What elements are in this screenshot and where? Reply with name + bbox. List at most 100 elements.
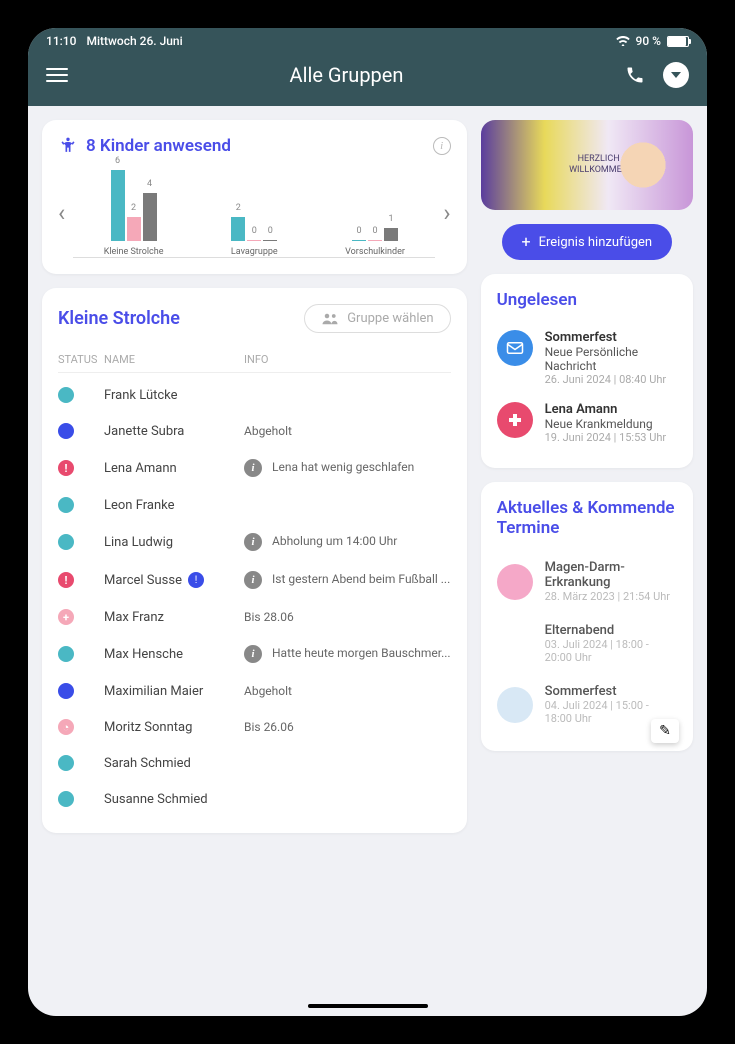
status-date: Mittwoch 26. Juni xyxy=(86,34,182,48)
chart-bar: 0 xyxy=(368,240,382,241)
profile-dropdown[interactable] xyxy=(663,62,689,88)
chart-bar: 0 xyxy=(247,240,261,241)
phone-icon[interactable] xyxy=(625,65,645,85)
table-row[interactable]: + Max FranzBis 28.06 xyxy=(58,599,451,635)
chart-bar: 6 xyxy=(111,170,125,241)
notification-item[interactable]: Lena AmannNeue Krankmeldung19. Juni 2024… xyxy=(497,394,677,452)
status-dot: ! xyxy=(58,572,74,588)
status-dot: ◔ xyxy=(58,719,74,735)
status-dot xyxy=(58,497,74,513)
status-time: 11:10 xyxy=(46,34,76,48)
chart-bar: 4 xyxy=(143,193,157,241)
page-title: Alle Gruppen xyxy=(290,63,404,87)
info-badge-icon: i xyxy=(244,459,262,477)
event-item[interactable]: Elternabend03. Juli 2024 | 18:00 - 20:00… xyxy=(497,613,677,674)
unread-card: Ungelesen SommerfestNeue Persönliche Nac… xyxy=(481,274,693,468)
child-name: Marcel Susse! xyxy=(104,572,244,588)
table-row[interactable]: Maximilian MaierAbgeholt xyxy=(58,673,451,709)
status-dot xyxy=(58,423,74,439)
alert-badge-icon: ! xyxy=(188,572,204,588)
group-title: Kleine Strolche xyxy=(58,308,180,329)
child-info: Bis 28.06 xyxy=(244,610,451,624)
app-header: Alle Gruppen xyxy=(28,48,707,106)
select-group-button[interactable]: Gruppe wählen xyxy=(304,304,450,333)
chart-bar: 2 xyxy=(127,217,141,241)
status-dot xyxy=(58,534,74,550)
table-row[interactable]: !Marcel Susse!iIst gestern Abend beim Fu… xyxy=(58,561,451,599)
chart-group: 624Kleine Strolche xyxy=(111,170,157,241)
table-row[interactable]: Sarah Schmied xyxy=(58,745,451,781)
event-icon xyxy=(497,687,533,723)
banner-image xyxy=(603,125,683,205)
info-badge-icon: i xyxy=(244,645,262,663)
child-name: Janette Subra xyxy=(104,424,244,439)
battery-icon xyxy=(667,36,689,47)
edit-icon[interactable]: ✎ xyxy=(651,719,679,743)
child-info: iIst gestern Abend beim Fußball ... xyxy=(244,571,451,589)
child-info: iAbholung um 14:00 Uhr xyxy=(244,533,451,551)
home-indicator[interactable] xyxy=(308,1004,428,1008)
table-row[interactable]: Leon Franke xyxy=(58,487,451,523)
table-row[interactable]: Lina LudwigiAbholung um 14:00 Uhr xyxy=(58,523,451,561)
status-dot xyxy=(58,755,74,771)
add-event-button[interactable]: + Ereignis hinzufügen xyxy=(502,224,673,260)
table-row[interactable]: ◔ Moritz SonntagBis 26.06 xyxy=(58,709,451,745)
child-info: iHatte heute morgen Bauschmer... xyxy=(244,645,451,663)
status-dot xyxy=(58,791,74,807)
table-row[interactable]: Max HenscheiHatte heute morgen Bauschmer… xyxy=(58,635,451,673)
child-info: Abgeholt xyxy=(244,424,451,438)
chart-prev[interactable]: ‹ xyxy=(58,199,65,227)
group-card: Kleine Strolche Gruppe wählen STATUS NAM… xyxy=(42,288,467,833)
chart-group: 001Vorschulkinder xyxy=(352,228,398,241)
chart-bar: 0 xyxy=(352,240,366,241)
info-badge-icon: i xyxy=(244,533,262,551)
status-dot: + xyxy=(58,609,74,625)
chart-group: 200Lavagruppe xyxy=(231,217,277,241)
child-info: Abgeholt xyxy=(244,684,451,698)
mail-icon xyxy=(497,330,533,366)
events-title: Aktuelles & Kommende Termine xyxy=(497,498,677,538)
child-name: Sarah Schmied xyxy=(104,756,244,771)
event-icon xyxy=(497,564,533,600)
status-bar: 11:10 Mittwoch 26. Juni 90 % xyxy=(28,28,707,48)
child-name: Max Hensche xyxy=(104,647,244,662)
menu-icon[interactable] xyxy=(46,68,68,82)
child-info: Bis 26.06 xyxy=(244,720,451,734)
welcome-banner[interactable]: HERZLICH WILLKOMMEN xyxy=(481,120,693,210)
child-name: Max Franz xyxy=(104,610,244,625)
chart-bar: 1 xyxy=(384,228,398,241)
chart-bar: 2 xyxy=(231,217,245,241)
child-info: iLena hat wenig geschlafen xyxy=(244,459,451,477)
child-name: Moritz Sonntag xyxy=(104,720,244,735)
child-name: Maximilian Maier xyxy=(104,684,244,699)
table-row[interactable]: Janette SubraAbgeholt xyxy=(58,413,451,449)
events-card: Aktuelles & Kommende Termine Magen-Darm-… xyxy=(481,482,693,751)
table-header: STATUS NAME INFO xyxy=(58,347,451,373)
event-item[interactable]: Sommerfest04. Juli 2024 | 15:00 - 18:00 … xyxy=(497,674,677,735)
status-dot: ! xyxy=(58,460,74,476)
child-name: Leon Franke xyxy=(104,498,244,513)
person-icon xyxy=(58,136,78,156)
event-icon xyxy=(497,626,533,662)
medical-plus-icon xyxy=(497,402,533,438)
people-icon xyxy=(321,313,339,325)
table-row[interactable]: Frank Lütcke xyxy=(58,377,451,413)
event-item[interactable]: Magen-Darm-Erkrankung28. März 2023 | 21:… xyxy=(497,550,677,613)
child-name: Lena Amann xyxy=(104,461,244,476)
plus-icon: + xyxy=(522,234,531,250)
notification-item[interactable]: SommerfestNeue Persönliche Nachricht26. … xyxy=(497,322,677,394)
status-dot xyxy=(58,683,74,699)
child-name: Lina Ludwig xyxy=(104,535,244,550)
attendance-chart: 624Kleine Strolche 200Lavagruppe 001Vorsch… xyxy=(73,168,435,258)
chart-bar: 0 xyxy=(263,240,277,241)
attendance-card: 8 Kinder anwesend i ‹ 624Kleine Strolche… xyxy=(42,120,467,274)
table-row[interactable]: ! Lena AmanniLena hat wenig geschlafen xyxy=(58,449,451,487)
info-badge-icon: i xyxy=(244,571,262,589)
info-icon[interactable]: i xyxy=(433,137,451,155)
status-dot xyxy=(58,387,74,403)
attendance-title: 8 Kinder anwesend xyxy=(86,136,231,156)
table-row[interactable]: Susanne Schmied xyxy=(58,781,451,817)
chart-next[interactable]: › xyxy=(443,199,450,227)
battery-percent: 90 % xyxy=(636,34,661,48)
child-name: Frank Lütcke xyxy=(104,388,244,403)
